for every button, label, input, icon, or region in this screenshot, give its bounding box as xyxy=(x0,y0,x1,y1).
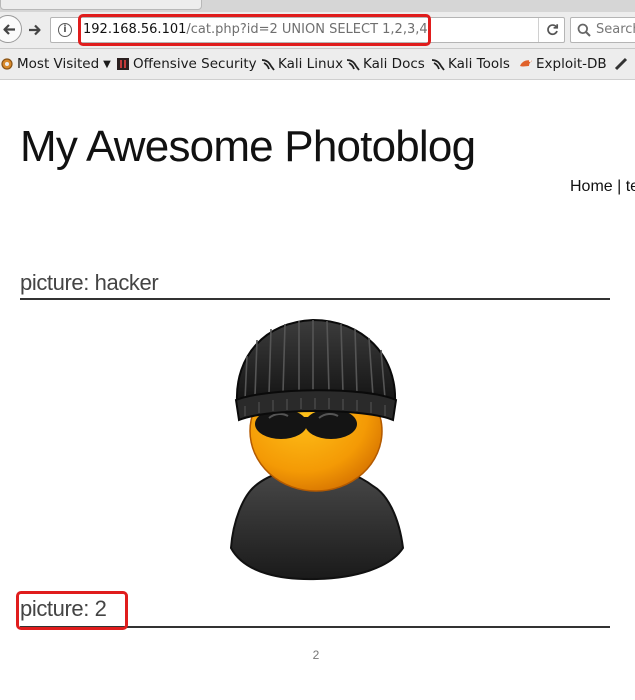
exploit-db-icon xyxy=(520,60,532,67)
active-tab[interactable] xyxy=(0,0,202,10)
hacker-avatar-image xyxy=(229,318,405,581)
forward-button[interactable] xyxy=(28,22,42,41)
bookmark-label: Exploit-DB xyxy=(536,56,607,72)
back-arrow-icon xyxy=(3,24,15,35)
bookmark-kali-docs[interactable]: Kali Docs xyxy=(346,54,425,74)
reload-icon xyxy=(547,24,559,36)
picture-caption: 2 xyxy=(312,648,320,662)
search-bar[interactable]: Search xyxy=(570,17,635,43)
nav-link-home[interactable]: Home xyxy=(570,178,613,195)
top-navigation: Home | te xyxy=(570,178,635,196)
bookmarks-toolbar: Most Visited ▼ Offensive Security Kali L… xyxy=(0,49,635,80)
forward-arrow-icon xyxy=(29,24,41,36)
search-placeholder: Search xyxy=(596,22,635,37)
bookmark-label: Kali Linux xyxy=(278,56,344,72)
kali-dragon-icon xyxy=(261,59,275,71)
bookmark-most-visited[interactable]: Most Visited ▼ xyxy=(0,54,111,74)
reload-button[interactable] xyxy=(538,18,565,42)
bookmark-label: Kali Tools xyxy=(448,56,510,72)
bookmark-offensive-security[interactable]: Offensive Security xyxy=(116,54,257,74)
blog-title: My Awesome Photoblog xyxy=(20,122,476,171)
address-bar[interactable]: i 192.168.56.101/cat.php?id=2 UNION SELE… xyxy=(50,14,565,46)
url-highlight-box xyxy=(78,14,431,46)
back-button[interactable] xyxy=(0,15,22,43)
bookmark-label: Offensive Security xyxy=(133,56,257,72)
bookmark-overflow-icon xyxy=(614,57,628,71)
bookmark-label: Kali Docs xyxy=(363,56,425,72)
bookmark-exploit-db[interactable]: Exploit-DB xyxy=(519,54,607,74)
chevron-down-icon: ▼ xyxy=(103,58,111,70)
site-info-icon[interactable]: i xyxy=(58,23,72,37)
bookmark-label: Most Visited xyxy=(17,56,100,72)
bookmark-overflow[interactable] xyxy=(614,54,628,74)
offsec-icon xyxy=(117,58,129,70)
search-icon xyxy=(577,23,591,37)
navigation-toolbar: i 192.168.56.101/cat.php?id=2 UNION SELE… xyxy=(0,12,635,49)
kali-dragon-icon xyxy=(431,59,445,71)
nav-link-next[interactable]: te xyxy=(626,178,635,195)
bookmark-kali-tools[interactable]: Kali Tools xyxy=(431,54,510,74)
tab-strip xyxy=(0,0,635,12)
picture-heading: picture: hacker xyxy=(20,270,610,300)
heading-highlight-box xyxy=(16,591,128,630)
gear-icon xyxy=(1,58,13,70)
bookmark-kali-linux[interactable]: Kali Linux xyxy=(261,54,343,74)
kali-dragon-icon xyxy=(346,59,360,71)
nav-separator: | xyxy=(612,178,626,195)
